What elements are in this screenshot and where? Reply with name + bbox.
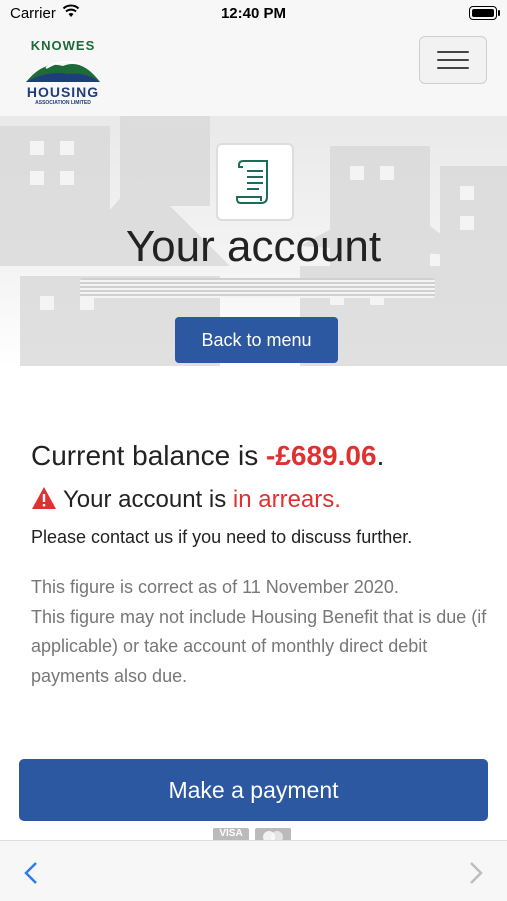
browser-toolbar [0,840,507,901]
logo-main-word: HOUSING [26,84,100,100]
balance-line: Current balance is -£689.06. [31,440,384,472]
back-to-menu-button[interactable]: Back to menu [175,317,338,363]
site-header: KNOWES HOUSING ASSOCIATION LIMITED [0,28,507,116]
nav-forward-icon[interactable] [469,861,483,890]
arrears-status: in arrears [232,486,335,513]
balance-note: This figure is correct as of 11 November… [31,573,491,691]
status-bar: Carrier 12:40 PM [0,0,507,28]
nav-back-icon[interactable] [24,861,38,890]
balance-prefix: Current balance is [31,440,267,471]
logo-top-word: KNOWES [30,38,96,53]
note-date-line: This figure is correct as of 11 November… [31,577,399,597]
balance-amount: -£689.06 [266,440,377,471]
balance-suffix: . [376,440,385,471]
arrears-suffix: . [334,486,341,513]
warning-icon [31,486,57,517]
hamburger-menu-button[interactable] [419,36,487,84]
make-payment-button[interactable]: Make a payment [19,759,488,821]
arrears-line: Your account is in arrears. [31,486,341,517]
document-scroll-icon [236,160,268,204]
hamburger-menu-icon [437,51,469,53]
title-divider [80,278,435,298]
document-icon-box [216,143,294,221]
note-benefit-line: This figure may not include Housing Bene… [31,606,487,686]
clock: 12:40 PM [220,5,287,22]
battery-icon [469,6,500,20]
arrears-prefix: Your account is [63,486,233,513]
logo[interactable]: KNOWES HOUSING ASSOCIATION LIMITED [20,38,106,106]
page-title: Your account [125,222,382,271]
logo-sub-text: ASSOCIATION LIMITED [35,100,91,106]
contact-text: Please contact us if you need to discuss… [31,527,413,547]
hero-banner: Your account Back to menu [0,116,507,366]
hills-icon [26,60,100,82]
